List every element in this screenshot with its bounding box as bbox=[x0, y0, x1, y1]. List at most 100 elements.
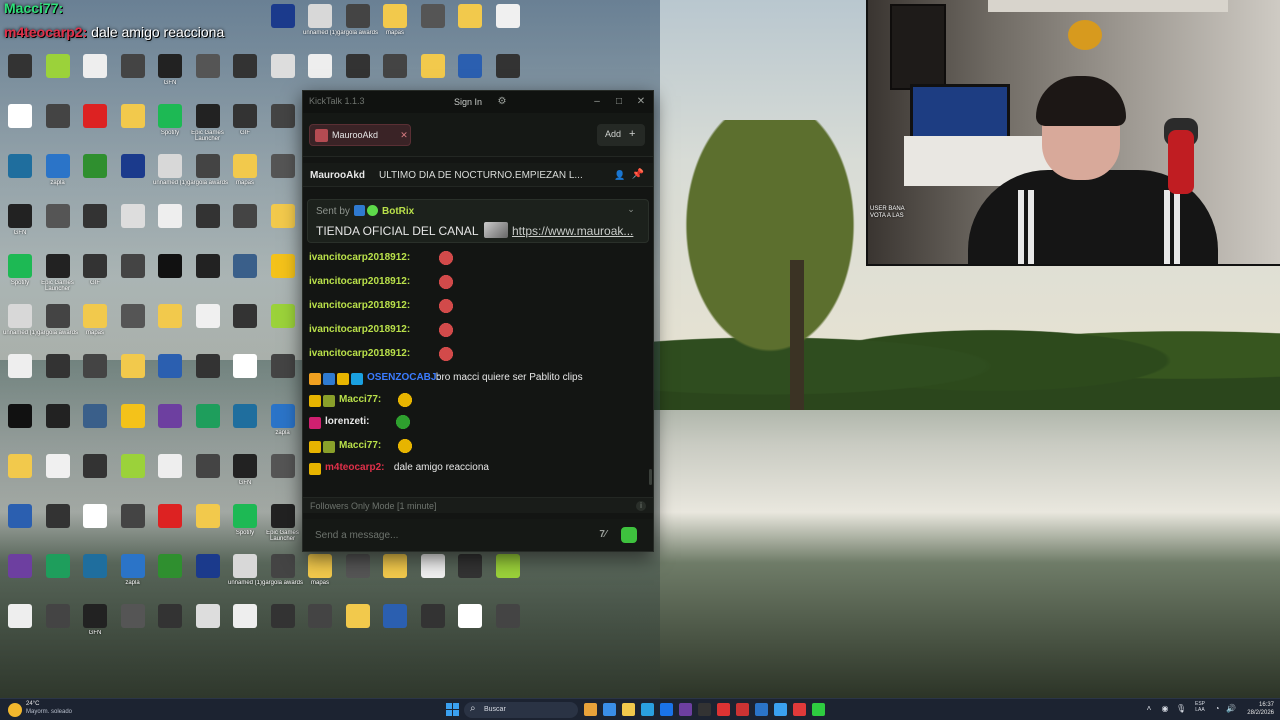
desktop-icon-label bbox=[259, 180, 307, 192]
chat-message[interactable]: ivancitocarp2018912: bbox=[309, 273, 645, 293]
desktop-icon-image bbox=[45, 204, 70, 228]
desktop-icon[interactable] bbox=[263, 252, 303, 296]
taskbar-app-icon[interactable] bbox=[736, 703, 749, 716]
chat-username[interactable]: ivancitocarp2018912: bbox=[309, 300, 410, 311]
chat-emote-image bbox=[396, 391, 415, 409]
gear-icon[interactable]: ⚙ bbox=[495, 95, 509, 109]
taskbar-app-icon[interactable] bbox=[679, 703, 692, 716]
chat-username[interactable]: Macci77: bbox=[339, 440, 381, 451]
taskbar-app-icon[interactable] bbox=[717, 703, 730, 716]
desktop-icon[interactable] bbox=[263, 352, 303, 396]
badge-icon bbox=[309, 441, 321, 453]
pinned-link[interactable]: https://www.mauroak... bbox=[512, 224, 646, 238]
chat-username[interactable]: ivancitocarp2018912: bbox=[309, 348, 410, 359]
close-icon[interactable]: ✕ bbox=[633, 94, 649, 110]
desktop-icon-image bbox=[158, 354, 182, 378]
emote-picker-icon[interactable] bbox=[621, 527, 637, 543]
user-badges bbox=[309, 417, 323, 429]
commands-icon[interactable]: 7⁄ bbox=[595, 527, 611, 543]
language-indicator[interactable]: ESP LAA bbox=[1192, 701, 1208, 713]
taskbar-app-icon[interactable] bbox=[812, 703, 825, 716]
chat-username[interactable]: ivancitocarp2018912: bbox=[309, 276, 410, 287]
desktop-icon-image bbox=[495, 554, 520, 578]
desktop-icon[interactable] bbox=[263, 152, 303, 196]
badge-icon bbox=[323, 373, 335, 385]
chat-message[interactable]: Macci77: bbox=[309, 391, 645, 411]
taskbar-app-icon[interactable] bbox=[641, 703, 654, 716]
info-icon[interactable]: i bbox=[636, 501, 646, 511]
window-titlebar[interactable]: KickTalk 1.1.3 Sign In ⚙ – □ ✕ bbox=[303, 91, 653, 113]
wifi-icon[interactable]: ◔ bbox=[1212, 704, 1222, 714]
desktop-icon-image bbox=[195, 604, 220, 628]
maximize-icon[interactable]: □ bbox=[611, 94, 627, 110]
desktop-icon[interactable]: zapla bbox=[263, 402, 303, 446]
desktop-icon-image bbox=[233, 454, 257, 478]
chevron-up-icon[interactable]: ˄ bbox=[1144, 704, 1154, 714]
chat-username[interactable]: Macci77: bbox=[339, 394, 381, 405]
desktop-icon-image bbox=[195, 304, 220, 328]
network-icon[interactable]: ◉ bbox=[1160, 704, 1170, 714]
chat-username[interactable]: ivancitocarp2018912: bbox=[309, 324, 410, 335]
desktop-icon-image bbox=[45, 304, 70, 328]
weather-sun-icon[interactable] bbox=[8, 703, 22, 717]
chat-message[interactable]: OSENZOCABJ: bro macci quiere ser Pablito … bbox=[309, 369, 645, 389]
chat-username[interactable]: ivancitocarp2018912: bbox=[309, 252, 410, 263]
taskbar-app-icon[interactable] bbox=[774, 703, 787, 716]
desktop-icon-image bbox=[45, 154, 70, 178]
chat-message[interactable]: ivancitocarp2018912: bbox=[309, 321, 645, 341]
desktop-icon-label bbox=[484, 30, 532, 42]
chat-message[interactable]: ivancitocarp2018912: bbox=[309, 297, 645, 317]
overlay-chat-line: Macci77: bbox=[4, 0, 63, 16]
add-channel-button[interactable]: Add + bbox=[597, 124, 645, 146]
desktop-icon[interactable] bbox=[488, 2, 528, 46]
chat-message[interactable]: Macci77: bbox=[309, 437, 645, 457]
message-input[interactable] bbox=[307, 523, 583, 547]
desktop-icon-image bbox=[195, 354, 220, 378]
desktop-icon-image bbox=[8, 204, 32, 228]
taskbar-app-icon[interactable] bbox=[793, 703, 806, 716]
taskbar-app-icon[interactable] bbox=[755, 703, 768, 716]
microphone-icon[interactable]: 🎙 bbox=[1176, 704, 1186, 714]
chat-username[interactable]: OSENZOCABJ: bbox=[367, 372, 440, 383]
pin-icon[interactable]: 📌 bbox=[631, 168, 645, 182]
desktop-icon[interactable] bbox=[263, 102, 303, 146]
desktop-icon[interactable]: Epic Games Launcher bbox=[263, 502, 303, 546]
minimize-icon[interactable]: – bbox=[589, 94, 605, 110]
desktop-icon-image bbox=[8, 604, 32, 628]
user-icon[interactable]: 👤 bbox=[613, 168, 627, 182]
system-clock[interactable]: 16:37 28/2/2026 bbox=[1238, 701, 1274, 717]
desktop-icon-image bbox=[495, 54, 520, 78]
desktop-icon-image bbox=[8, 354, 32, 378]
desktop-icon[interactable] bbox=[263, 452, 303, 496]
desktop-icon[interactable] bbox=[488, 602, 528, 646]
taskbar-search[interactable]: ⌕ Buscar bbox=[464, 702, 578, 718]
chat-message[interactable]: m4teocarp2: dale amigo reacciona bbox=[309, 459, 645, 479]
chat-message-list[interactable]: ivancitocarp2018912: ivancitocarp2018912:… bbox=[303, 247, 653, 497]
taskbar-app-icon[interactable] bbox=[660, 703, 673, 716]
desktop-icon-image bbox=[120, 304, 145, 328]
chat-message[interactable]: ivancitocarp2018912: bbox=[309, 345, 645, 365]
webcam-chat-overlay: USER BANA VOTA A LAS bbox=[870, 206, 905, 220]
taskbar-app-icon[interactable] bbox=[698, 703, 711, 716]
tab-close-icon[interactable]: ✕ bbox=[398, 129, 410, 141]
chat-username[interactable]: lorenzeti: bbox=[325, 416, 369, 427]
taskbar-app-icon[interactable] bbox=[584, 703, 597, 716]
chevron-down-icon[interactable]: ⌄ bbox=[624, 204, 638, 216]
desktop-icon[interactable] bbox=[263, 302, 303, 346]
chat-message[interactable]: lorenzeti: bbox=[309, 413, 645, 433]
chat-message[interactable]: ivancitocarp2018912: bbox=[309, 249, 645, 269]
taskbar-app-icon[interactable] bbox=[603, 703, 616, 716]
windows-start-icon[interactable] bbox=[446, 703, 459, 716]
taskbar-app-icon[interactable] bbox=[622, 703, 635, 716]
desktop-icon[interactable] bbox=[263, 202, 303, 246]
sign-in-button[interactable]: Sign In bbox=[445, 95, 491, 109]
desktop-icon-image bbox=[383, 54, 407, 78]
chat-scrollbar[interactable] bbox=[649, 469, 652, 485]
desktop-icon-image bbox=[458, 554, 482, 578]
desktop-icon[interactable] bbox=[488, 552, 528, 596]
tab-maurooakd[interactable]: MaurooAkd ✕ bbox=[309, 124, 411, 146]
volume-icon[interactable]: 🔊 bbox=[1226, 704, 1236, 714]
desktop-icon-image bbox=[158, 604, 182, 628]
chat-username[interactable]: m4teocarp2: bbox=[325, 462, 384, 473]
desktop-icon-image bbox=[83, 304, 107, 328]
